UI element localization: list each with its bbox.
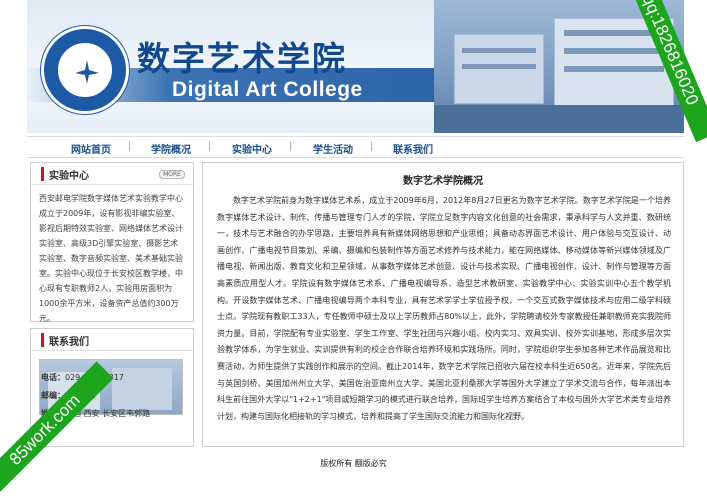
university-seal-icon [41, 26, 129, 114]
more-button[interactable]: MORE [159, 170, 185, 179]
plane-emblem-icon [75, 60, 99, 84]
nav-separator: | [208, 141, 212, 152]
nav-contact[interactable]: 联系我们 [393, 141, 433, 156]
nav-about[interactable]: 学院概况 [151, 141, 191, 156]
article-body: 数字艺术学院前身为数字媒体艺术系，成立于2009年6月，2012年8月27日更名… [217, 196, 671, 421]
nav-lab-center[interactable]: 实验中心 [232, 141, 272, 156]
contact-title: 联系我们 [49, 337, 89, 348]
contact-header: 联系我们 [31, 329, 193, 351]
nav-separator: | [128, 141, 132, 152]
nav-home[interactable]: 网站首页 [71, 141, 111, 156]
lab-center-text: 西安邮电学院数字媒体艺术实验教学中心成立于2009年，设有影视非编实验室、影视后… [39, 194, 183, 323]
nav-separator: | [370, 141, 374, 152]
nav-separator: | [289, 141, 293, 152]
main-nav: 网站首页 | 学院概况 | 实验中心 | 学生活动 | 联系我们 [27, 136, 684, 158]
footer-copyright: 版权所有 翻版必究 [320, 459, 387, 468]
lab-center-box: 实验中心 MORE 西安邮电学院数字媒体艺术实验教学中心成立于2009年，设有影… [30, 162, 194, 323]
lab-center-title: 实验中心 [49, 171, 89, 182]
lab-center-header: 实验中心 MORE [31, 163, 193, 185]
page-title: 数字艺术学院概况 [403, 176, 483, 187]
college-name-en: Digital Art College [172, 78, 363, 101]
site-header: 数字艺术学院 Digital Art College [27, 0, 684, 133]
college-name-cn: 数字艺术学院 [137, 39, 347, 78]
main-content: 数字艺术学院概况 数字艺术学院前身为数字媒体艺术系，成立于2009年6月，201… [202, 162, 684, 447]
nav-student-activities[interactable]: 学生活动 [313, 141, 353, 156]
